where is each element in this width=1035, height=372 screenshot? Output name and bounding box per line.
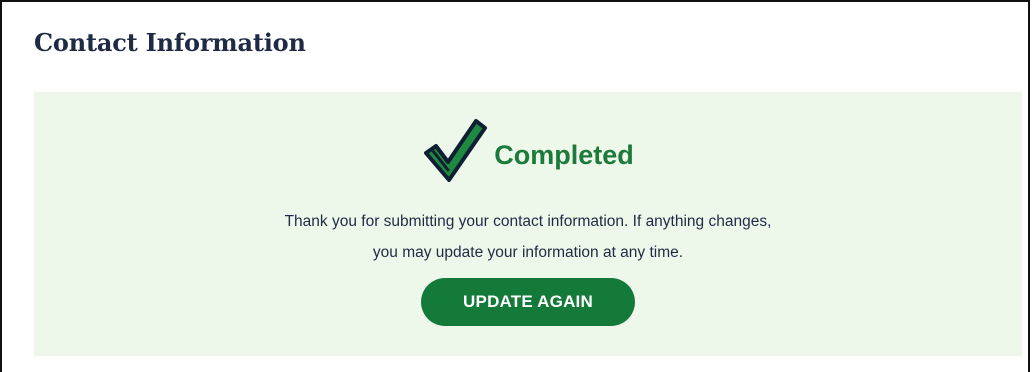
update-again-button[interactable]: UPDATE AGAIN	[421, 278, 635, 326]
completion-panel: Completed Thank you for submitting your …	[34, 92, 1022, 356]
confirmation-message: Thank you for submitting your contact in…	[34, 206, 1022, 268]
status-label: Completed	[494, 139, 634, 170]
message-line-2: you may update your information at any t…	[372, 244, 684, 261]
contact-information-card: Contact Information Completed Thank you …	[0, 0, 1030, 372]
checkmark-icon	[424, 119, 488, 182]
section-title: Contact Information	[34, 28, 306, 57]
message-line-1: Thank you for submitting your contact in…	[284, 213, 772, 230]
status-row: Completed	[34, 118, 1022, 186]
